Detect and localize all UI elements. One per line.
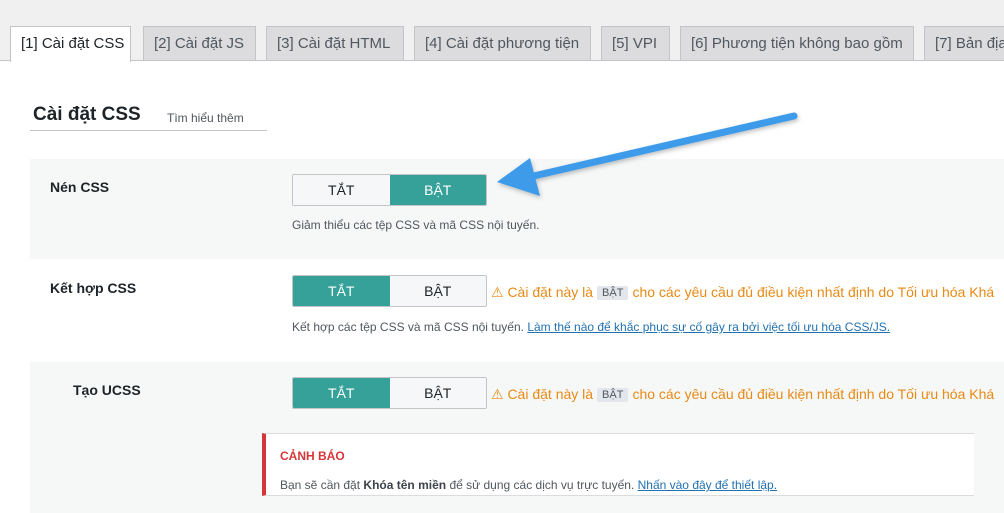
tab-html-settings[interactable]: [3] Cài đặt HTML: [266, 26, 404, 60]
learn-more-link[interactable]: Tìm hiểu thêm: [167, 111, 244, 125]
setting-label: Kết hợp CSS: [50, 280, 137, 296]
ucss-toggle: TẮT BẬT: [292, 377, 487, 409]
setting-row-css-minify: Nén CSS TẮT BẬT Giảm thiểu các tệp CSS v…: [30, 159, 1004, 259]
section-title: Cài đặt CSS: [33, 104, 141, 125]
setting-description: Kết hợp các tệp CSS và mã CSS nội tuyến.…: [292, 320, 890, 334]
tab-media-settings[interactable]: [4] Cài đặt phương tiện: [414, 26, 591, 60]
toggle-off-option[interactable]: TẮT: [293, 175, 390, 205]
tab-media-excludes[interactable]: [6] Phương tiện không bao gồm: [680, 26, 914, 60]
notice-text-after: để sử dụng các dịch vụ trực tuyến.: [449, 478, 635, 492]
tab-localization[interactable]: [7] Bản địa: [924, 26, 1004, 60]
setting-label: Tạo UCSS: [73, 382, 141, 398]
notice-title: CẢNH BÁO: [280, 449, 345, 463]
toggle-on-option[interactable]: BẬT: [389, 378, 486, 408]
css-minify-toggle: TẮT BẬT: [292, 174, 487, 206]
setting-description: Giảm thiểu các tệp CSS và mã CSS nội tuy…: [292, 218, 540, 232]
troubleshoot-link[interactable]: Làm thế nào để khắc phục sự cố gây ra bở…: [527, 320, 890, 334]
guest-mode-warning: ⚠ Cài đặt này là BẬT cho các yêu cầu đủ đi…: [491, 284, 994, 301]
notice-text-bold: Khóa tên miền: [363, 478, 447, 492]
warning-text: ⚠ Cài đặt này là: [491, 386, 594, 402]
tab-js-settings[interactable]: [2] Cài đặt JS: [143, 26, 256, 60]
notice-text-before: Bạn sẽ cần đặt: [280, 478, 361, 492]
tab-vpi[interactable]: [5] VPI: [601, 26, 670, 60]
status-badge: BẬT: [597, 388, 629, 402]
setup-link[interactable]: Nhấn vào đây để thiết lập.: [638, 478, 777, 492]
css-combine-toggle: TẮT BẬT: [292, 275, 487, 307]
toggle-off-option[interactable]: TẮT: [293, 276, 390, 306]
toggle-on-option[interactable]: BẬT: [389, 175, 486, 205]
section-title-underline: [30, 130, 267, 131]
toggle-off-option[interactable]: TẮT: [293, 378, 390, 408]
guest-mode-warning: ⚠ Cài đặt này là BẬT cho các yêu cầu đủ đi…: [491, 386, 994, 403]
notice-text: Bạn sẽ cần đặt Khóa tên miền để sử dụng …: [280, 478, 777, 492]
warning-text: cho các yêu cầu đủ điều kiện nhất định d…: [632, 284, 995, 300]
status-badge: BẬT: [597, 286, 629, 300]
domain-key-warning-notice: CẢNH BÁO Bạn sẽ cần đặt Khóa tên miền để…: [262, 433, 974, 496]
setting-row-css-combine: Kết hợp CSS TẮT BẬT ⚠ Cài đặt này là BẬT c…: [30, 259, 1004, 362]
setting-label: Nén CSS: [50, 179, 110, 195]
warning-text: ⚠ Cài đặt này là: [491, 284, 594, 300]
toggle-on-option[interactable]: BẬT: [389, 276, 486, 306]
description-text: Kết hợp các tệp CSS và mã CSS nội tuyến.: [292, 320, 524, 334]
settings-tabs: [1] Cài đặt CSS [2] Cài đặt JS [3] Cài đ…: [0, 0, 1004, 62]
tab-css-settings[interactable]: [1] Cài đặt CSS: [10, 26, 131, 62]
warning-text: cho các yêu cầu đủ điều kiện nhất định d…: [632, 386, 995, 402]
